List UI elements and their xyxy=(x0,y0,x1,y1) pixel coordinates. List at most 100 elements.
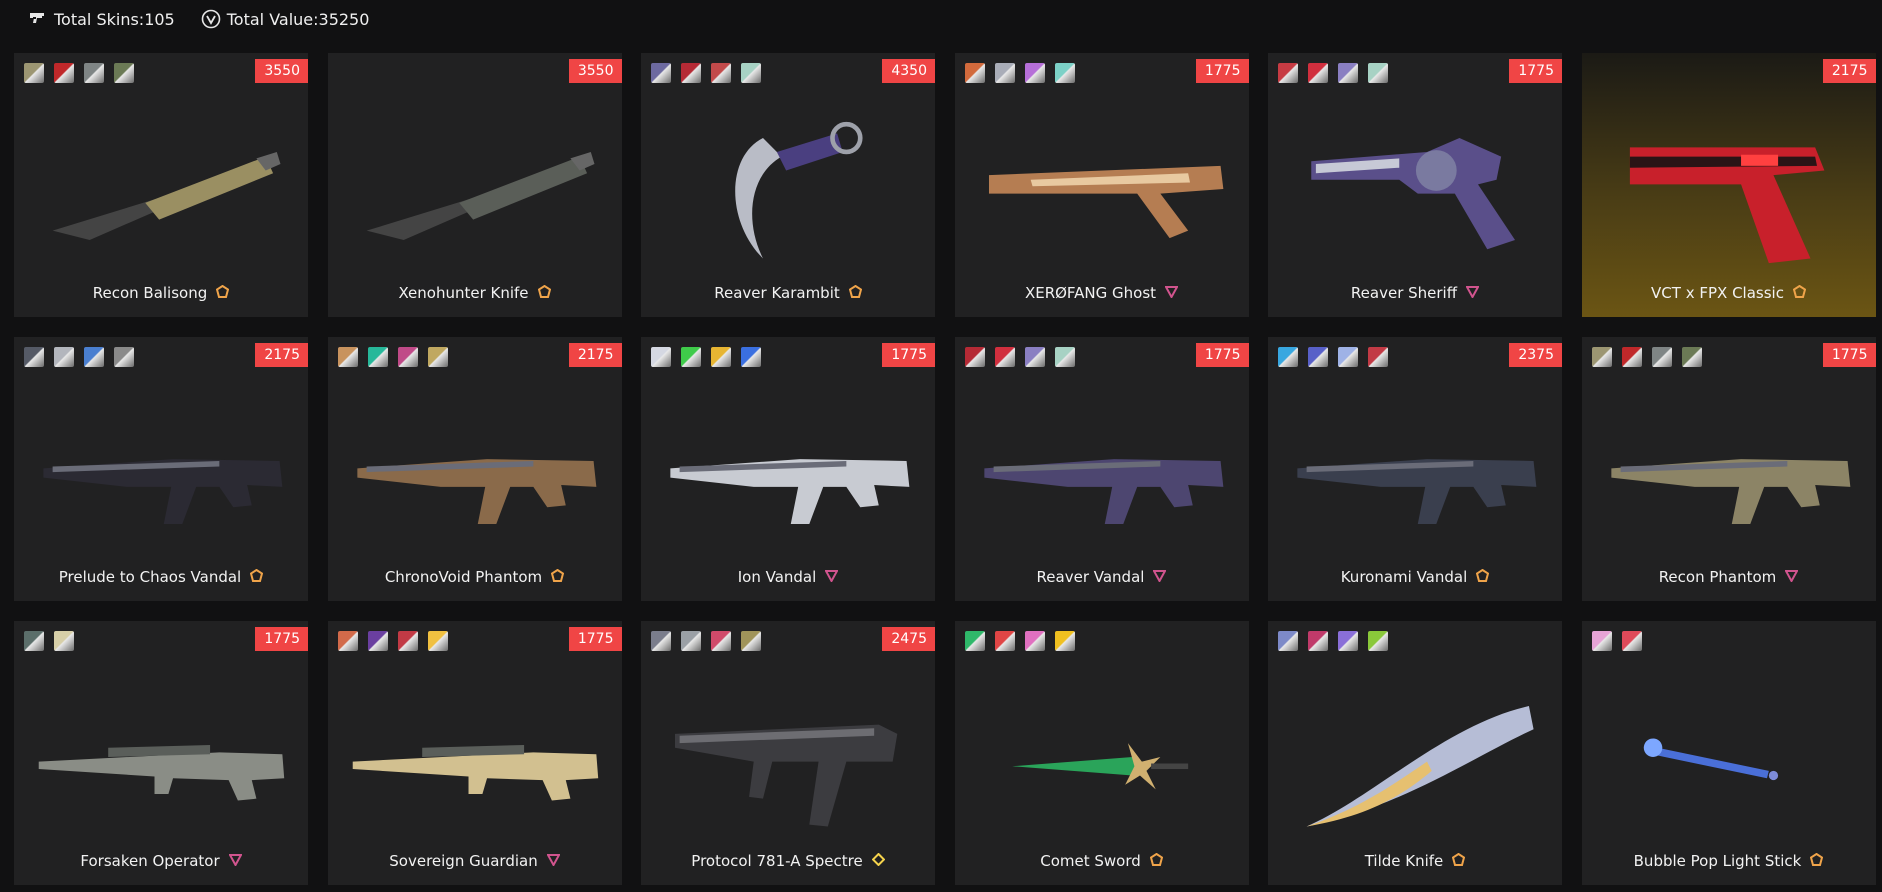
variant-swatch[interactable] xyxy=(994,631,1015,651)
variant-swatch[interactable] xyxy=(1278,63,1298,83)
variant-swatch[interactable] xyxy=(651,63,671,83)
price-badge: 3550 xyxy=(568,59,622,83)
variant-swatch[interactable] xyxy=(337,347,358,367)
skin-card[interactable]: 2375 Kuronami Vandal xyxy=(1268,337,1562,601)
variant-swatch[interactable] xyxy=(994,347,1015,367)
variant-swatch[interactable] xyxy=(994,63,1015,83)
variant-swatch[interactable] xyxy=(367,347,388,367)
variant-swatch[interactable] xyxy=(1308,347,1328,367)
skin-image xyxy=(965,101,1239,277)
skin-card[interactable]: 1775 Forsaken Operator xyxy=(14,621,308,885)
variant-swatch[interactable] xyxy=(1278,347,1298,367)
variant-swatch[interactable] xyxy=(741,63,761,83)
total-skins-stat: Total Skins:105 xyxy=(28,9,175,29)
variant-swatch[interactable] xyxy=(337,631,358,651)
variant-swatch[interactable] xyxy=(681,63,701,83)
exclusive-tier-icon xyxy=(216,284,230,302)
variant-swatch[interactable] xyxy=(1024,63,1045,83)
skin-name-row: Forsaken Operator xyxy=(14,852,308,870)
variant-swatch[interactable] xyxy=(711,631,731,651)
exclusive-tier-icon xyxy=(1149,852,1163,870)
variant-swatch[interactable] xyxy=(1621,347,1642,367)
variant-swatch[interactable] xyxy=(54,631,74,651)
skin-card[interactable]: 3550 Xenohunter Knife xyxy=(327,53,622,317)
skin-card[interactable]: 1775 Ion Vandal xyxy=(641,337,935,601)
variant-swatch[interactable] xyxy=(427,347,448,367)
variant-swatch[interactable] xyxy=(1651,347,1672,367)
variant-swatch[interactable] xyxy=(24,347,44,367)
variant-swatch[interactable] xyxy=(84,63,104,83)
variant-swatch[interactable] xyxy=(54,63,74,83)
skin-card[interactable]: Bubble Pop Light Stick xyxy=(1581,621,1876,885)
variant-swatch[interactable] xyxy=(1308,63,1328,83)
variant-swatch[interactable] xyxy=(1621,631,1642,651)
variant-swatch[interactable] xyxy=(711,347,731,367)
variant-swatch[interactable] xyxy=(1681,347,1702,367)
variant-swatch[interactable] xyxy=(1338,631,1358,651)
valorant-points-icon xyxy=(201,9,221,29)
skin-name-row: Ion Vandal xyxy=(641,568,935,586)
variant-swatch[interactable] xyxy=(1591,347,1612,367)
skin-name: Recon Phantom xyxy=(1658,568,1777,586)
variant-swatch[interactable] xyxy=(1054,631,1075,651)
variant-swatch[interactable] xyxy=(651,347,671,367)
skin-card[interactable]: Comet Sword xyxy=(954,621,1249,885)
variant-swatch[interactable] xyxy=(427,631,448,651)
skin-name: Reaver Karambit xyxy=(714,284,840,302)
variant-swatch[interactable] xyxy=(24,63,44,83)
total-value-label: Total Value:35250 xyxy=(226,9,370,29)
skin-card[interactable]: 1775 Reaver Sheriff xyxy=(1268,53,1562,317)
variant-swatch[interactable] xyxy=(1278,631,1298,651)
variant-swatch[interactable] xyxy=(741,347,761,367)
variant-swatch[interactable] xyxy=(1338,63,1358,83)
variant-swatch[interactable] xyxy=(1024,347,1045,367)
variant-swatch[interactable] xyxy=(367,631,388,651)
skin-card[interactable]: 2475 Protocol 781-A Spectre xyxy=(641,621,935,885)
variant-swatch[interactable] xyxy=(964,631,985,651)
variant-swatch[interactable] xyxy=(114,347,134,367)
skin-image xyxy=(24,101,298,277)
skin-name-row: Reaver Vandal xyxy=(955,568,1249,586)
variant-swatch[interactable] xyxy=(54,347,74,367)
variant-swatch[interactable] xyxy=(397,347,418,367)
variant-swatch[interactable] xyxy=(651,631,671,651)
skin-card[interactable]: 1775 Reaver Vandal xyxy=(954,337,1249,601)
variant-swatch[interactable] xyxy=(1054,63,1075,83)
skin-card[interactable]: 1775 XERØFANG Ghost xyxy=(954,53,1249,317)
variant-swatch[interactable] xyxy=(397,631,418,651)
ultra-tier-icon xyxy=(871,852,885,870)
variant-swatch[interactable] xyxy=(741,631,761,651)
variant-swatch[interactable] xyxy=(1024,631,1045,651)
variant-swatch[interactable] xyxy=(1368,631,1388,651)
variant-swatch[interactable] xyxy=(681,631,701,651)
variant-swatch[interactable] xyxy=(1591,631,1612,651)
variant-swatch[interactable] xyxy=(964,63,985,83)
skin-card[interactable]: Tilde Knife xyxy=(1268,621,1562,885)
variant-swatch[interactable] xyxy=(24,631,44,651)
variant-swatch[interactable] xyxy=(84,347,104,367)
variant-swatch[interactable] xyxy=(1368,63,1388,83)
skin-card[interactable]: 1775 Recon Phantom xyxy=(1581,337,1876,601)
skin-name: Prelude to Chaos Vandal xyxy=(58,568,242,586)
skin-card[interactable]: 2175 Prelude to Chaos Vandal xyxy=(14,337,308,601)
variant-swatch[interactable] xyxy=(1338,347,1358,367)
variant-swatch[interactable] xyxy=(1054,347,1075,367)
skin-card[interactable]: 2175 VCT x FPX Classic xyxy=(1581,53,1876,317)
variant-swatch[interactable] xyxy=(711,63,731,83)
variant-swatch[interactable] xyxy=(114,63,134,83)
variant-swatch[interactable] xyxy=(1368,347,1388,367)
variant-swatches xyxy=(964,63,1075,83)
skin-card[interactable]: 4350 Reaver Karambit xyxy=(641,53,935,317)
skin-card[interactable]: 2175 ChronoVoid Phantom xyxy=(327,337,622,601)
variant-swatch[interactable] xyxy=(964,347,985,367)
variant-swatch[interactable] xyxy=(681,347,701,367)
variant-swatches xyxy=(1591,347,1702,367)
skin-card[interactable]: 3550 Recon Balisong xyxy=(14,53,308,317)
skin-image xyxy=(965,669,1239,845)
skin-card[interactable]: 1775 Sovereign Guardian xyxy=(327,621,622,885)
exclusive-tier-icon xyxy=(848,284,862,302)
skin-name-row: ChronoVoid Phantom xyxy=(328,568,622,586)
skin-name: VCT x FPX Classic xyxy=(1651,284,1784,302)
variant-swatch[interactable] xyxy=(1308,631,1328,651)
skin-name: Sovereign Guardian xyxy=(389,852,538,870)
